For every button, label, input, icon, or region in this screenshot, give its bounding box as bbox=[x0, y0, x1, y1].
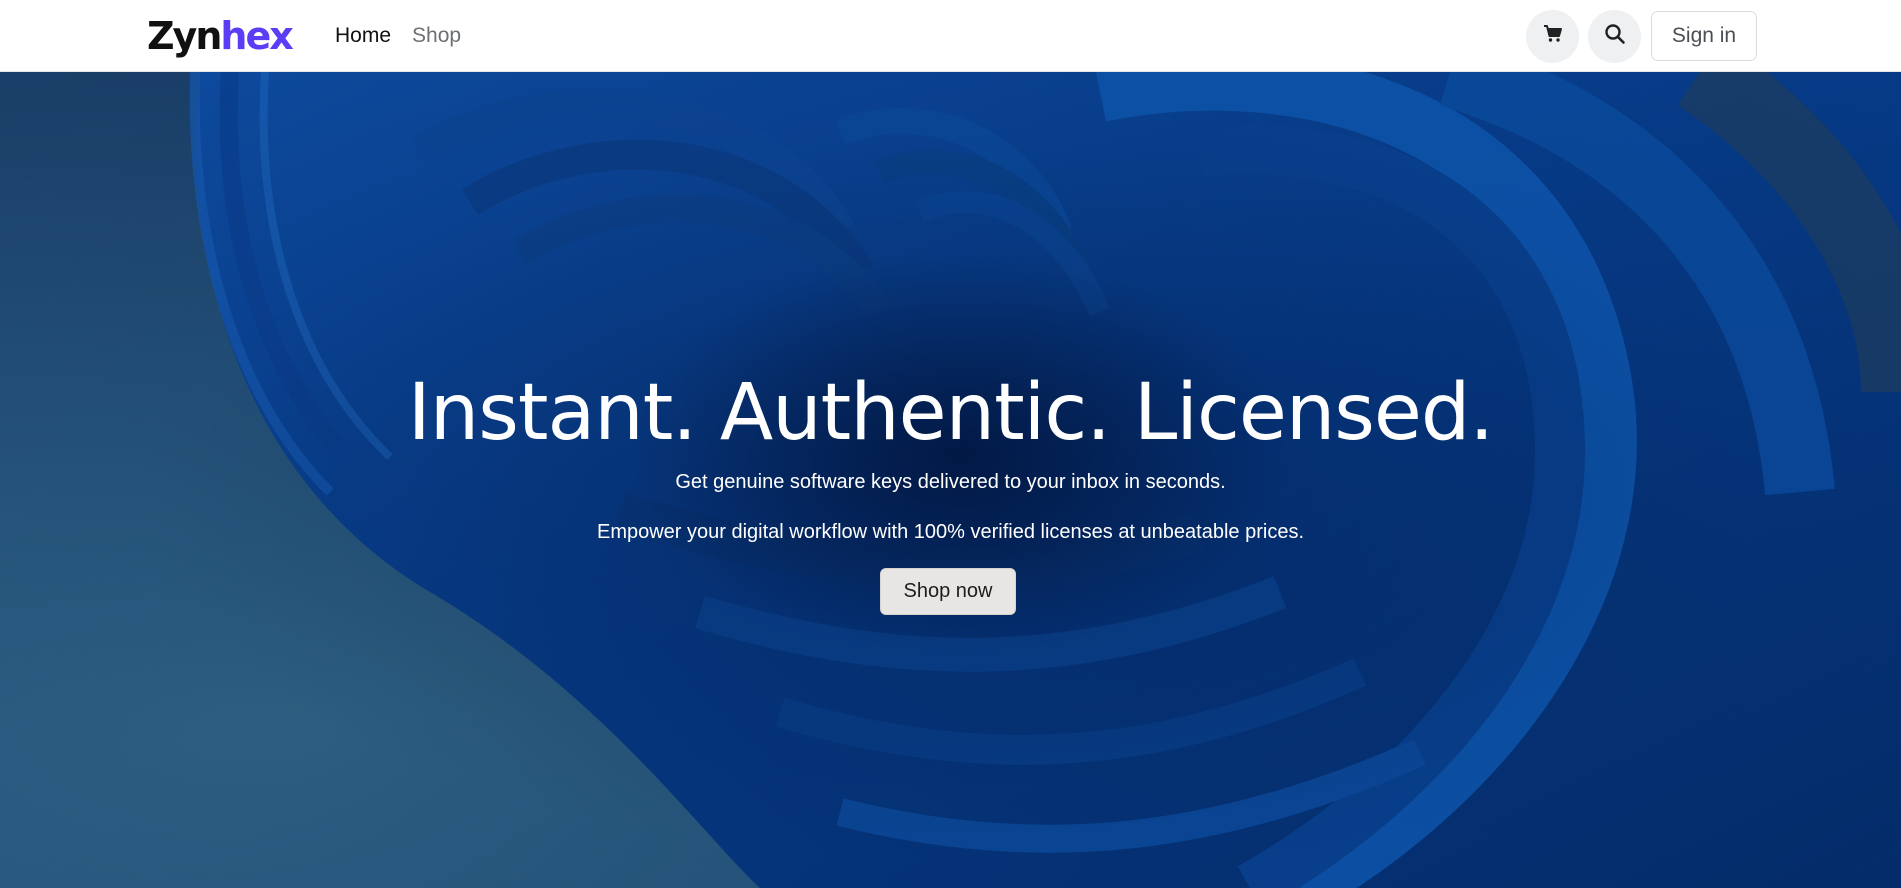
cart-icon bbox=[1543, 24, 1563, 49]
main-nav: Home Shop bbox=[335, 22, 461, 50]
hero-banner: Instant. Authentic. Licensed. Get genuin… bbox=[0, 72, 1901, 888]
top-navbar: Zynhex Home Shop Sign in bbox=[0, 0, 1901, 72]
nav-link-shop[interactable]: Shop bbox=[412, 22, 461, 50]
cart-button[interactable] bbox=[1526, 10, 1579, 63]
nav-link-home[interactable]: Home bbox=[335, 22, 391, 50]
hero-title: Instant. Authentic. Licensed. bbox=[407, 368, 1494, 458]
search-button[interactable] bbox=[1588, 10, 1641, 63]
zynhex-logo[interactable]: Zynhex bbox=[147, 12, 294, 60]
hero-subtitle-1: Get genuine software keys delivered to y… bbox=[675, 471, 1226, 493]
logo-text-part2: hex bbox=[220, 14, 293, 58]
shop-now-button[interactable]: Shop now bbox=[880, 568, 1016, 615]
search-icon bbox=[1604, 23, 1626, 50]
logo-text-part1: Zyn bbox=[147, 14, 222, 58]
sign-in-button[interactable]: Sign in bbox=[1651, 11, 1757, 61]
hero-subtitle-2: Empower your digital workflow with 100% … bbox=[596, 521, 1304, 543]
